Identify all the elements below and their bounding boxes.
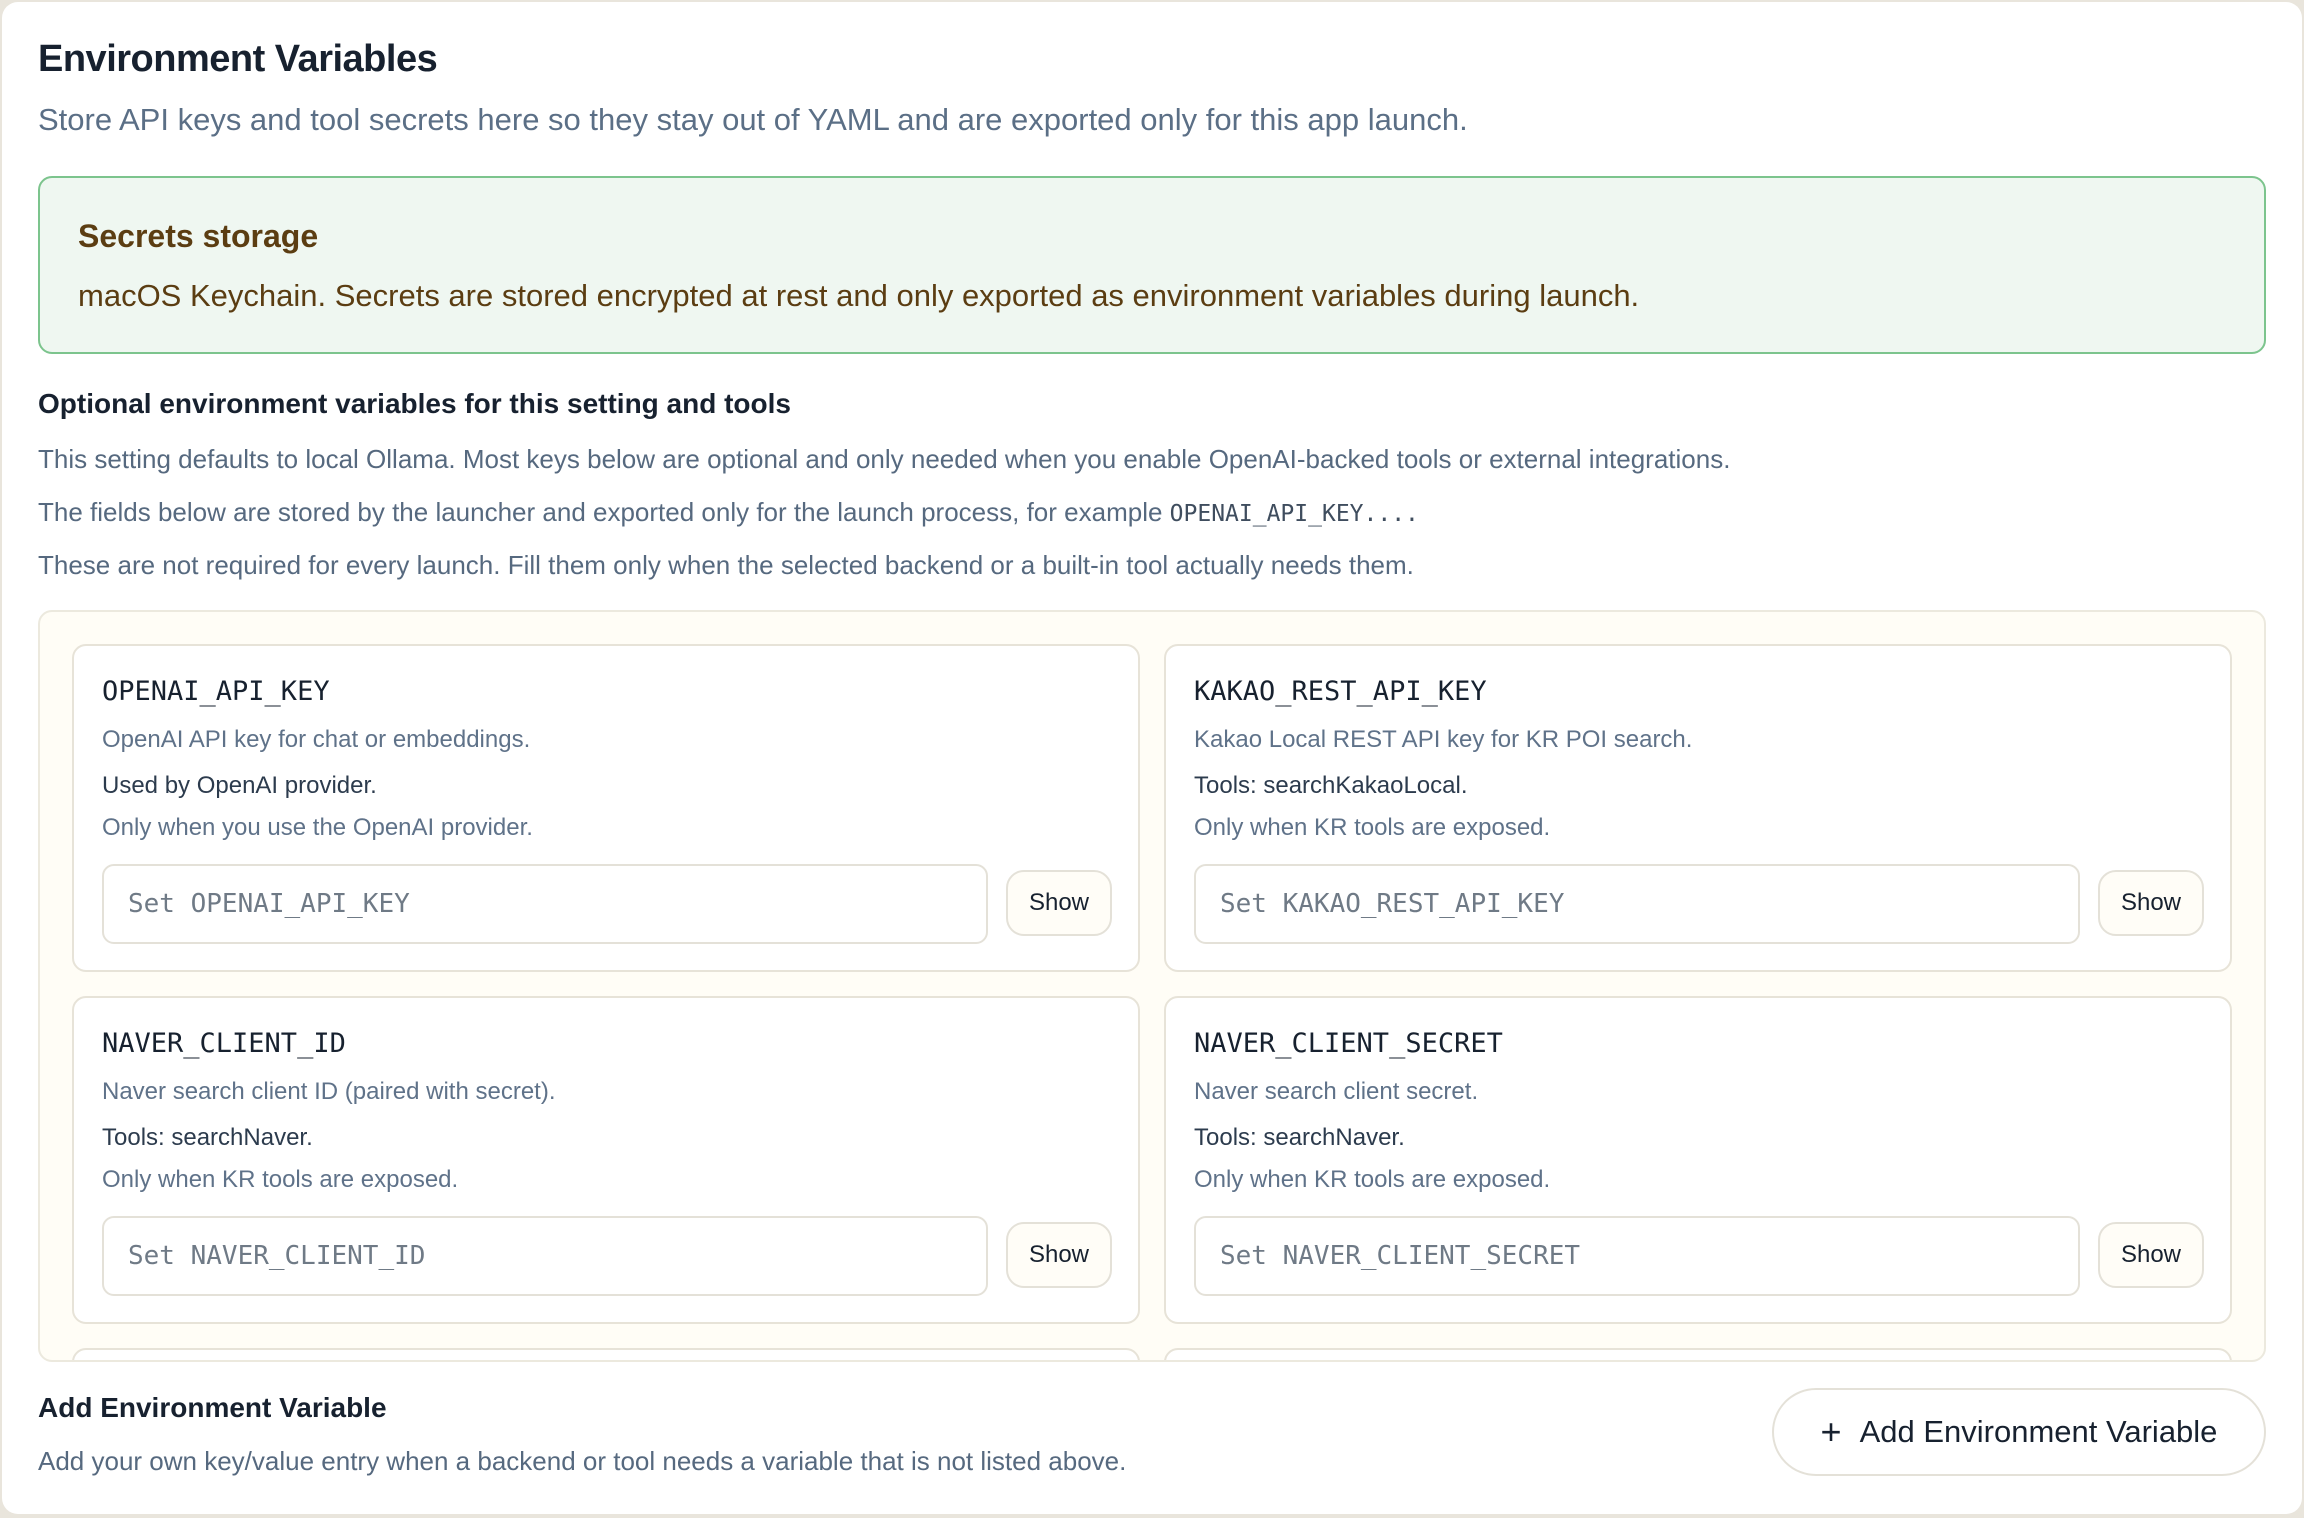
env-card-naver-client-secret: NAVER_CLIENT_SECRET Naver search client … [1164,996,2232,1324]
env-cards-scroll-area[interactable]: OPENAI_API_KEY OpenAI API key for chat o… [38,610,2266,1362]
env-card-when: Only when KR tools are exposed. [1194,1166,1551,1193]
env-card-partial [1164,1348,2232,1360]
env-settings-panel: Environment Variables Store API keys and… [2,2,2302,1514]
add-env-description: Add your own key/value entry when a back… [38,1446,1127,1476]
secrets-storage-notice: Secrets storage macOS Keychain. Secrets … [38,176,2266,354]
env-card-used-by: Tools: searchNaver. [1194,1124,1405,1151]
kakao-rest-api-key-show-button[interactable]: Show [2098,870,2204,936]
env-card-used-by: Used by OpenAI provider. [102,772,377,799]
plus-icon: + [1820,1411,1842,1452]
env-card-naver-client-id: NAVER_CLIENT_ID Naver search client ID (… [72,996,1140,1324]
page-subtitle: Store API keys and tool secrets here so … [38,102,1468,137]
env-card-key: OPENAI_API_KEY [102,676,330,707]
env-card-description: OpenAI API key for chat or embeddings. [102,726,531,753]
env-card-kakao-rest-api-key: KAKAO_REST_API_KEY Kakao Local REST API … [1164,644,2232,972]
env-card-partial [72,1348,1140,1360]
add-env-variable-button[interactable]: + Add Environment Variable [1772,1388,2266,1476]
naver-client-secret-show-button[interactable]: Show [2098,1222,2204,1288]
env-card-description: Naver search client secret. [1194,1078,1479,1105]
optional-description-3: These are not required for every launch.… [38,550,1414,580]
env-card-when: Only when KR tools are exposed. [102,1166,459,1193]
secrets-storage-title: Secrets storage [78,218,319,254]
env-card-key: NAVER_CLIENT_ID [102,1028,346,1059]
optional-description-1: This setting defaults to local Ollama. M… [38,444,1731,474]
env-card-openai-api-key: OPENAI_API_KEY OpenAI API key for chat o… [72,644,1140,972]
env-card-key: NAVER_CLIENT_SECRET [1194,1028,1503,1059]
naver-client-id-input[interactable] [102,1216,988,1296]
naver-client-id-show-button[interactable]: Show [1006,1222,1112,1288]
naver-client-secret-input[interactable] [1194,1216,2080,1296]
openai-api-key-input[interactable] [102,864,988,944]
openai-api-key-show-button[interactable]: Show [1006,870,1112,936]
add-env-variable-label: Add Environment Variable [1859,1414,2218,1449]
optional-description-2: The fields below are stored by the launc… [38,497,1419,528]
env-card-key: KAKAO_REST_API_KEY [1194,676,1487,707]
optional-description-2-text: The fields below are stored by the launc… [38,497,1170,527]
env-card-when: Only when KR tools are exposed. [1194,814,1551,841]
page-title: Environment Variables [38,38,438,80]
env-card-when: Only when you use the OpenAI provider. [102,814,533,841]
secrets-storage-text: macOS Keychain. Secrets are stored encry… [78,278,1640,313]
env-card-used-by: Tools: searchKakaoLocal. [1194,772,1468,799]
kakao-rest-api-key-input[interactable] [1194,864,2080,944]
env-card-description: Naver search client ID (paired with secr… [102,1078,556,1105]
env-card-description: Kakao Local REST API key for KR POI sear… [1194,726,1693,753]
add-env-title: Add Environment Variable [38,1392,387,1423]
example-key-code: OPENAI_API_KEY.... [1169,501,1419,527]
env-card-used-by: Tools: searchNaver. [102,1124,313,1151]
optional-section-title: Optional environment variables for this … [38,388,791,419]
